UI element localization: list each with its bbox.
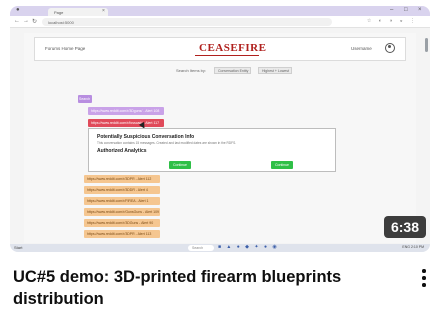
result-row[interactable]: https://www.reddit.com/r/3DDR - Alert 4 (84, 186, 160, 194)
search-badge[interactable]: Search (78, 95, 92, 103)
window-menu-icon[interactable]: ● (16, 7, 20, 13)
os-taskbar: Start Search ■ ▲ ● ◆ ✦ ● ◉ ENG 2:10 PM (10, 244, 430, 252)
site-header: Forums Home Page CEASEFIRE Username (34, 37, 406, 61)
brand-underline (195, 55, 259, 56)
page-scrollbar[interactable] (425, 38, 428, 52)
window-close-icon[interactable]: × (418, 7, 422, 13)
browser-tab[interactable]: Page (48, 8, 108, 16)
start-button[interactable]: Start (14, 245, 22, 250)
user-avatar-icon[interactable] (385, 43, 395, 53)
result-row[interactable]: https://www.reddit.com/r/3DPR - Alert 11… (84, 230, 160, 238)
home-link[interactable]: Forums Home Page (45, 46, 85, 51)
result-row[interactable]: https://www.reddit.com/r/3Dguns/ - Alert… (88, 107, 164, 115)
address-bar: ← → ↻ localhost:5000 ☆ ◐ ◑ ◒ ⋮ (10, 16, 430, 28)
tab-label: Page (54, 10, 64, 15)
browser-tabstrip: ● Page × – □ × (10, 6, 430, 16)
minimize-icon[interactable]: – (390, 7, 393, 13)
filter-label: Search Items by: (176, 68, 207, 73)
continue-button[interactable]: Continue (169, 161, 191, 169)
extension-icons[interactable]: ☆ ◐ ◑ ◒ ⋮ (367, 18, 418, 24)
back-icon[interactable]: ← (14, 18, 20, 24)
web-page: Forums Home Page CEASEFIRE Username Sear… (24, 33, 416, 243)
result-row[interactable]: https://www.reddit.com/r/FIREA - Alert 1 (84, 197, 160, 205)
result-row[interactable]: https://www.reddit.com/r/3DGuns - Alert … (84, 219, 160, 227)
panel-title: Potentially Suspicious Conversation Info (97, 134, 195, 140)
panel-heading: Authorized Analytics (97, 148, 147, 154)
more-options-icon[interactable] (420, 268, 428, 290)
video-title[interactable]: UC#5 demo: 3D-printed firearm blueprints… (13, 266, 383, 310)
tab-close-icon[interactable]: × (102, 8, 105, 14)
panel-subtitle: This conversation contains 15 messages. … (97, 141, 237, 145)
conversation-info-panel: Potentially Suspicious Conversation Info… (88, 128, 336, 172)
system-tray: ENG 2:10 PM (402, 245, 424, 249)
entity-select[interactable]: Conversation Entity (214, 67, 252, 74)
reload-icon[interactable]: ↻ (32, 18, 37, 25)
result-row-selected[interactable]: https://www.reddit.com/r/fosscad/ - Aler… (88, 119, 164, 127)
maximize-icon[interactable]: □ (404, 7, 408, 13)
url-field[interactable]: localhost:5000 (42, 18, 332, 26)
username-label: Username (351, 46, 372, 51)
result-row[interactable]: https://www.reddit.com/r/3DPR - Alert 11… (84, 175, 160, 183)
taskbar-search[interactable]: Search (188, 245, 214, 251)
duration-badge: 6:38 (384, 216, 426, 238)
video-card[interactable]: ● Page × – □ × ← → ↻ localhost:5000 ☆ ◐ … (0, 0, 440, 324)
forward-icon[interactable]: → (23, 18, 29, 24)
video-thumbnail[interactable]: ● Page × – □ × ← → ↻ localhost:5000 ☆ ◐ … (10, 6, 430, 252)
taskbar-app-icons[interactable]: ■ ▲ ● ◆ ✦ ● ◉ (218, 244, 279, 250)
brand-logo: CEASEFIRE (199, 42, 267, 54)
continue-button-2[interactable]: Continue (271, 161, 293, 169)
sort-select[interactable]: Highest + Lowest (258, 67, 292, 74)
result-row[interactable]: https://www.reddit.com/r/GunsGuns - Aler… (84, 208, 160, 216)
